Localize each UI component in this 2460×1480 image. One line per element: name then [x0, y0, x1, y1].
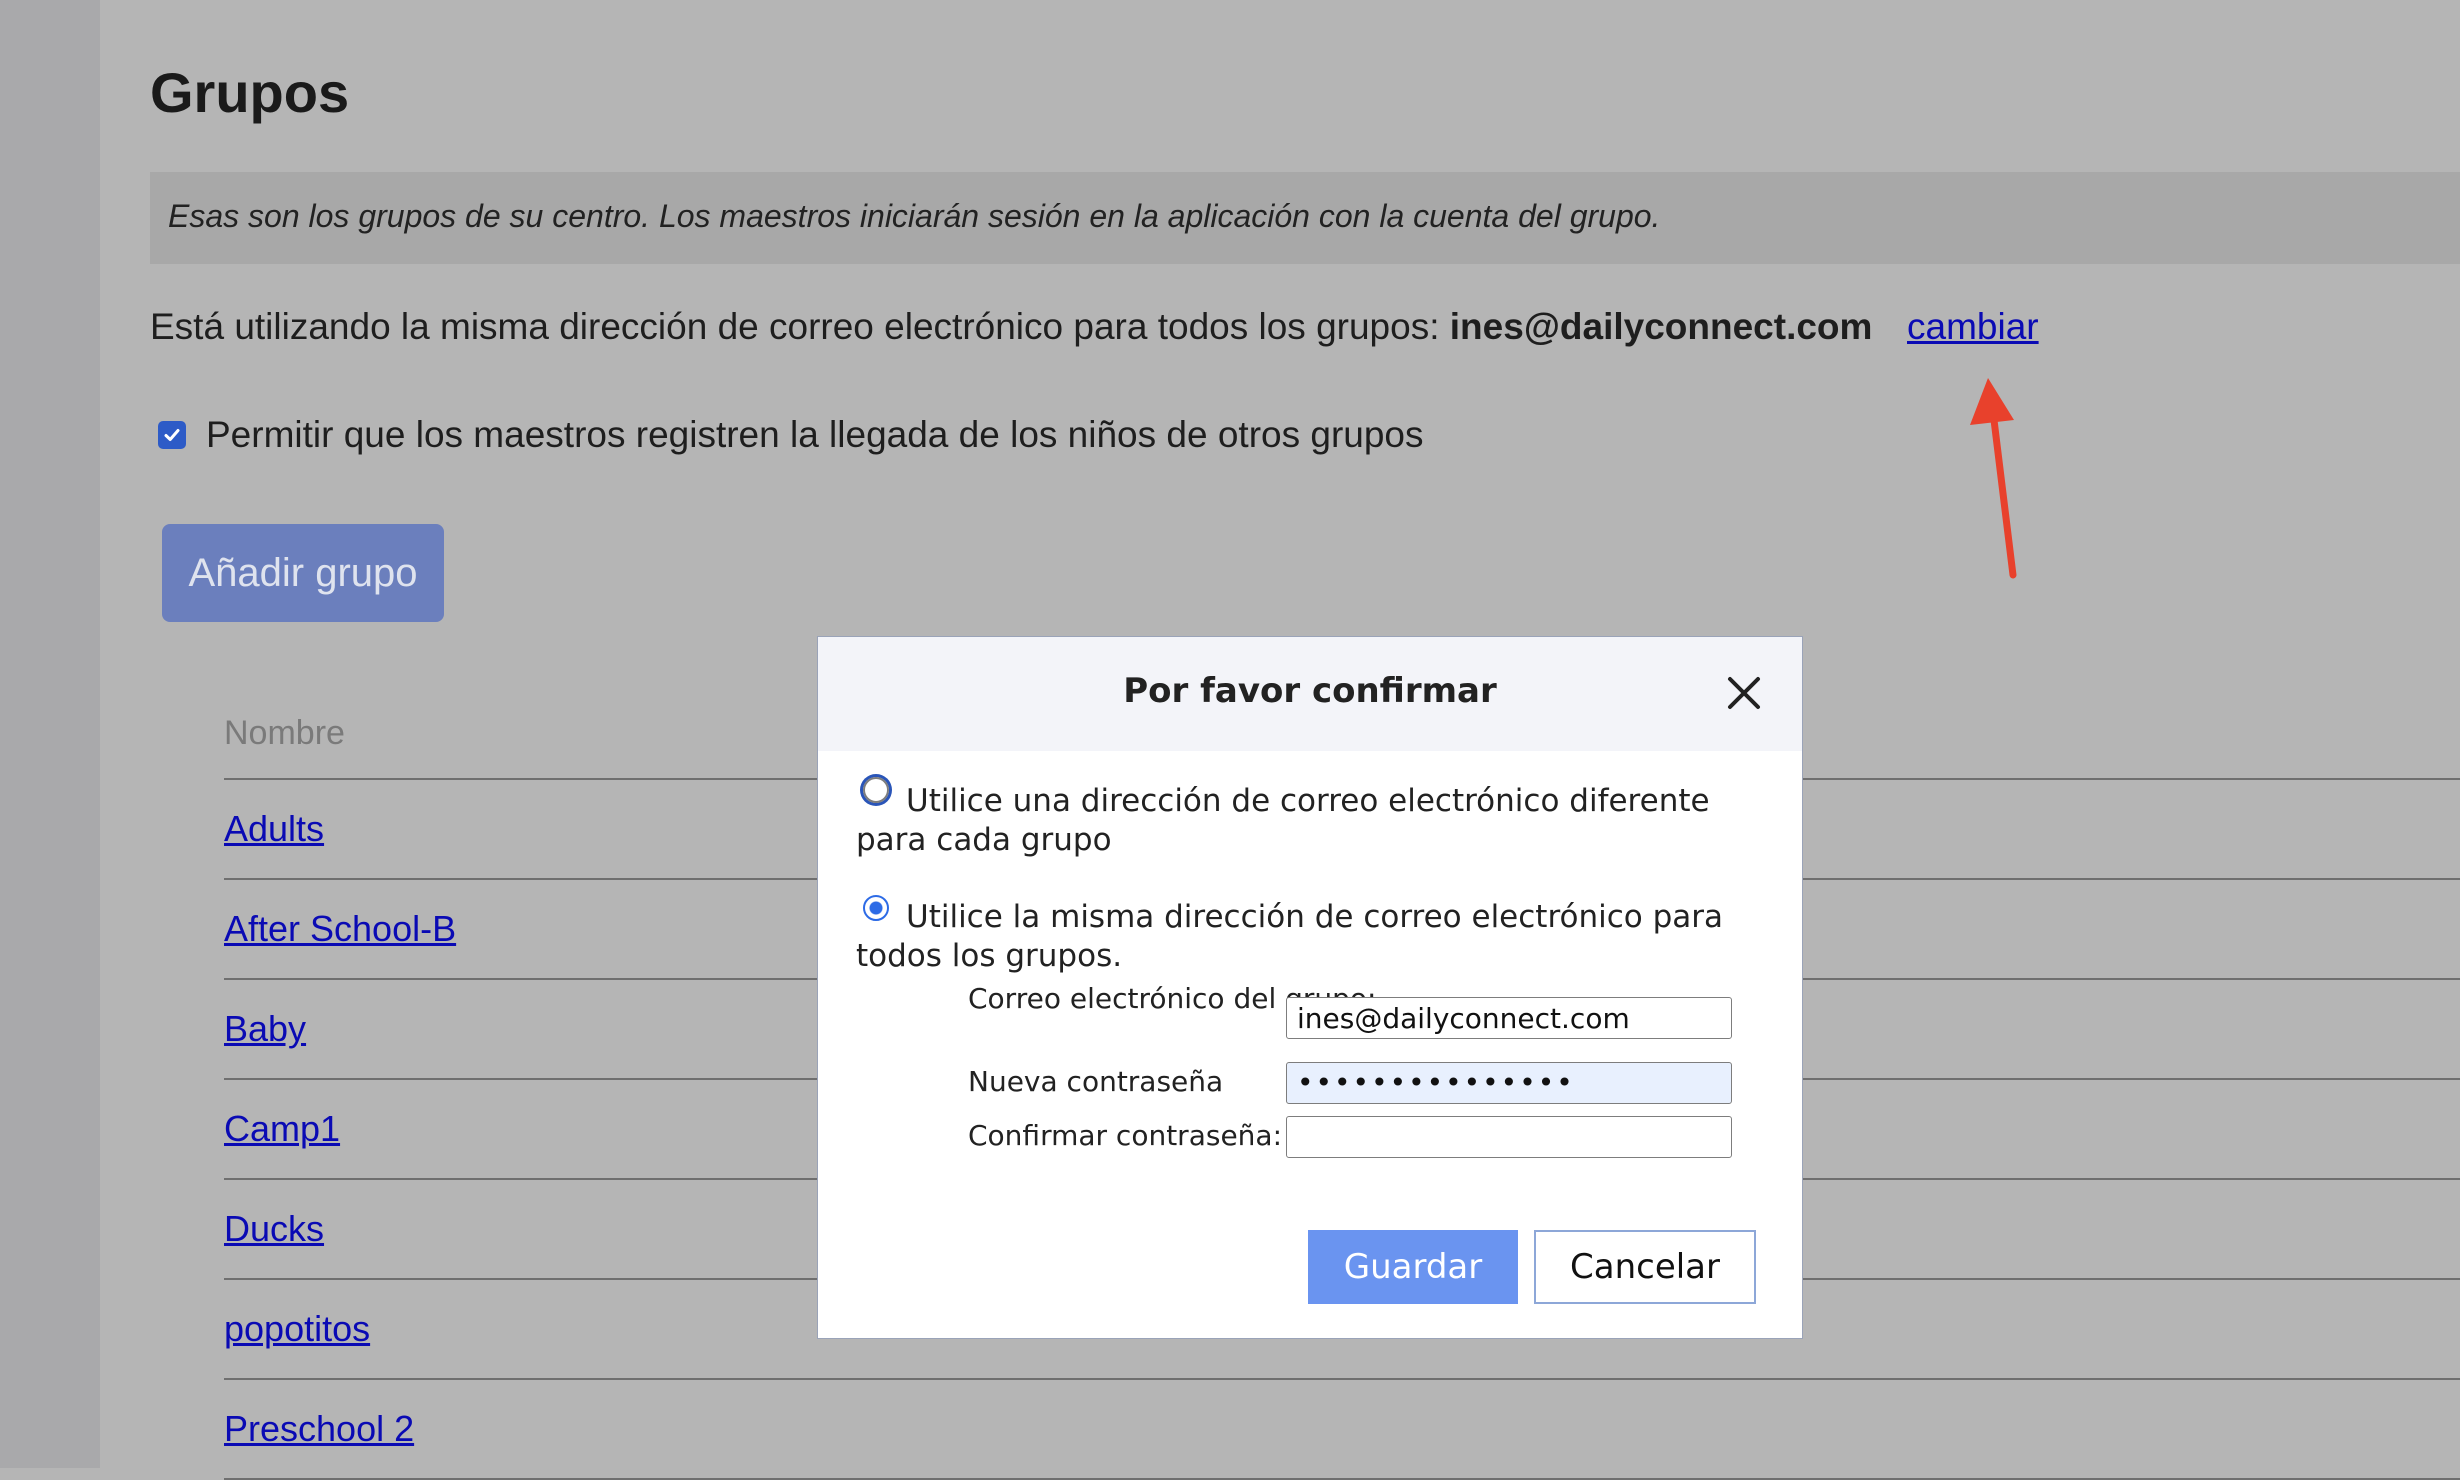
- group-link[interactable]: Ducks: [224, 1208, 324, 1249]
- option-different-email-label: Utilice una dirección de correo electrón…: [856, 783, 1710, 858]
- cancel-button[interactable]: Cancelar: [1534, 1230, 1756, 1304]
- check-icon: [164, 429, 180, 441]
- info-note: Esas son los grupos de su centro. Los ma…: [150, 172, 2460, 264]
- group-email-input[interactable]: [1286, 997, 1732, 1039]
- confirm-password-input[interactable]: [1286, 1116, 1732, 1158]
- new-password-input[interactable]: •••••••••••••••: [1286, 1062, 1732, 1104]
- save-button[interactable]: Guardar: [1308, 1230, 1518, 1304]
- group-link[interactable]: Adults: [224, 808, 324, 849]
- email-info-line: Está utilizando la misma dirección de co…: [150, 306, 1872, 348]
- option-same-email-label: Utilice la misma dirección de correo ele…: [856, 899, 1724, 974]
- page-title: Grupos: [150, 61, 350, 124]
- table-row: Preschool 2: [224, 1380, 2460, 1480]
- email-info-text: Está utilizando la misma dirección de co…: [150, 306, 1440, 347]
- permission-checkbox[interactable]: [158, 421, 186, 449]
- group-link[interactable]: Camp1: [224, 1108, 340, 1149]
- add-group-button[interactable]: Añadir grupo: [162, 524, 444, 622]
- confirm-dialog: Por favor confirmar Utilice una direcció…: [817, 636, 1803, 1339]
- dialog-header: Por favor confirmar: [818, 637, 1802, 751]
- group-link[interactable]: popotitos: [224, 1308, 370, 1349]
- dialog-title: Por favor confirmar: [1123, 671, 1497, 711]
- group-link[interactable]: Preschool 2: [224, 1408, 414, 1449]
- new-password-label: Nueva contraseña: [968, 1065, 1224, 1098]
- close-icon[interactable]: [1724, 673, 1764, 713]
- shared-email: ines@dailyconnect.com: [1449, 306, 1873, 347]
- group-link[interactable]: After School-B: [224, 908, 456, 949]
- permission-row: Permitir que los maestros registren la l…: [158, 414, 1424, 456]
- change-email-link[interactable]: cambiar: [1907, 306, 2039, 348]
- permission-label: Permitir que los maestros registren la l…: [206, 414, 1424, 455]
- group-link[interactable]: Baby: [224, 1008, 306, 1049]
- sidebar: [0, 0, 100, 1468]
- annotation-arrow-icon: [1970, 378, 2017, 579]
- confirm-password-label: Confirmar contraseña:: [968, 1119, 1283, 1152]
